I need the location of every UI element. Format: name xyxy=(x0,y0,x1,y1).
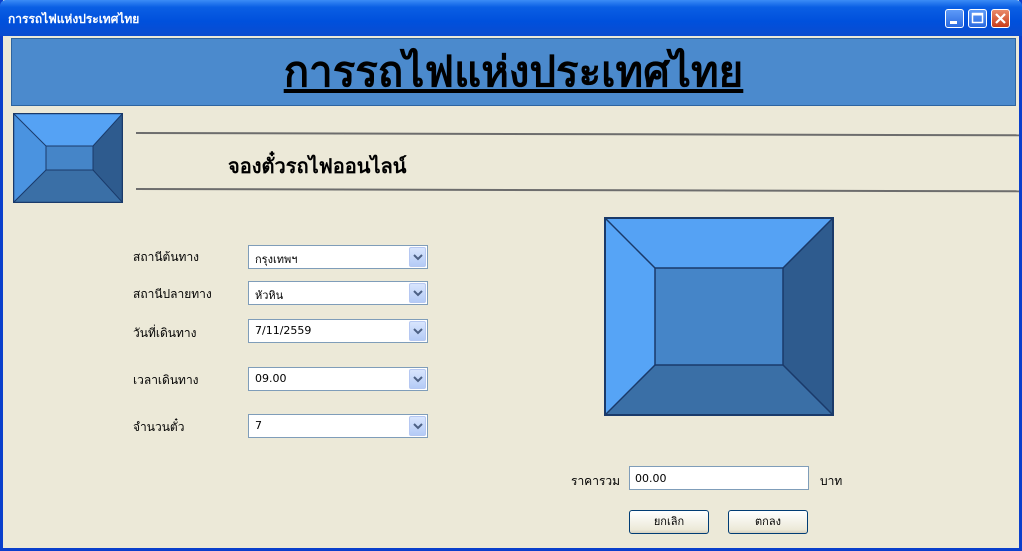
maximize-icon xyxy=(971,12,984,24)
close-button[interactable] xyxy=(991,9,1010,28)
time-dropdown-button[interactable] xyxy=(409,369,426,389)
header-banner: การรถไฟแห่งประเทศไทย xyxy=(11,38,1016,106)
total-price-value: 00.00 xyxy=(635,472,667,485)
destination-label: สถานีปลายทาง xyxy=(133,287,212,301)
chevron-down-icon xyxy=(413,254,423,261)
ok-button[interactable]: ตกลง xyxy=(728,510,808,534)
main-picture-box xyxy=(604,217,834,416)
logo-picture-box xyxy=(13,113,123,203)
title-bar[interactable]: การรถไฟแห่งประเทศไทย xyxy=(0,0,1022,36)
destination-select[interactable]: หัวหิน xyxy=(248,281,428,305)
tickets-select[interactable]: 7 xyxy=(248,414,428,438)
minimize-icon xyxy=(950,21,957,24)
currency-unit-label: บาท xyxy=(820,474,843,488)
tickets-dropdown-button[interactable] xyxy=(409,416,426,436)
chevron-down-icon xyxy=(413,290,423,297)
date-dropdown-button[interactable] xyxy=(409,321,426,341)
origin-value: กรุงเทพฯ xyxy=(255,253,298,266)
form-client-area: การรถไฟแห่งประเทศไทย จองตั๋วรถไฟออนไลน์ … xyxy=(8,36,1019,548)
destination-dropdown-button[interactable] xyxy=(409,283,426,303)
tickets-value: 7 xyxy=(255,419,262,432)
close-icon xyxy=(995,13,1006,24)
time-label: เวลาเดินทาง xyxy=(133,373,199,387)
banner-title: การรถไฟแห่งประเทศไทย xyxy=(283,47,744,96)
divider-top xyxy=(135,132,1019,137)
date-label: วันที่เดินทาง xyxy=(133,326,197,340)
chevron-down-icon xyxy=(413,376,423,383)
origin-dropdown-button[interactable] xyxy=(409,247,426,267)
page-subtitle: จองตั๋วรถไฟออนไลน์ xyxy=(228,154,407,178)
divider-bottom xyxy=(135,188,1019,193)
origin-select[interactable]: กรุงเทพฯ xyxy=(248,245,428,269)
app-window: การรถไฟแห่งประเทศไทย การรถไฟแห่งประเทศไท… xyxy=(0,0,1022,551)
window-title: การรถไฟแห่งประเทศไทย xyxy=(8,12,140,26)
date-select[interactable]: 7/11/2559 xyxy=(248,319,428,343)
total-label: ราคารวม xyxy=(571,474,621,488)
destination-value: หัวหิน xyxy=(255,289,284,302)
time-select[interactable]: 09.00 xyxy=(248,367,428,391)
minimize-button[interactable] xyxy=(945,9,964,28)
date-value: 7/11/2559 xyxy=(255,324,312,337)
cancel-button[interactable]: ยกเลิก xyxy=(629,510,709,534)
maximize-button[interactable] xyxy=(968,9,987,28)
total-price-field[interactable]: 00.00 xyxy=(629,466,809,490)
tickets-label: จำนวนตั๋ว xyxy=(133,420,185,434)
chevron-down-icon xyxy=(413,328,423,335)
chevron-down-icon xyxy=(413,423,423,430)
origin-label: สถานีต้นทาง xyxy=(133,250,200,264)
time-value: 09.00 xyxy=(255,372,287,385)
